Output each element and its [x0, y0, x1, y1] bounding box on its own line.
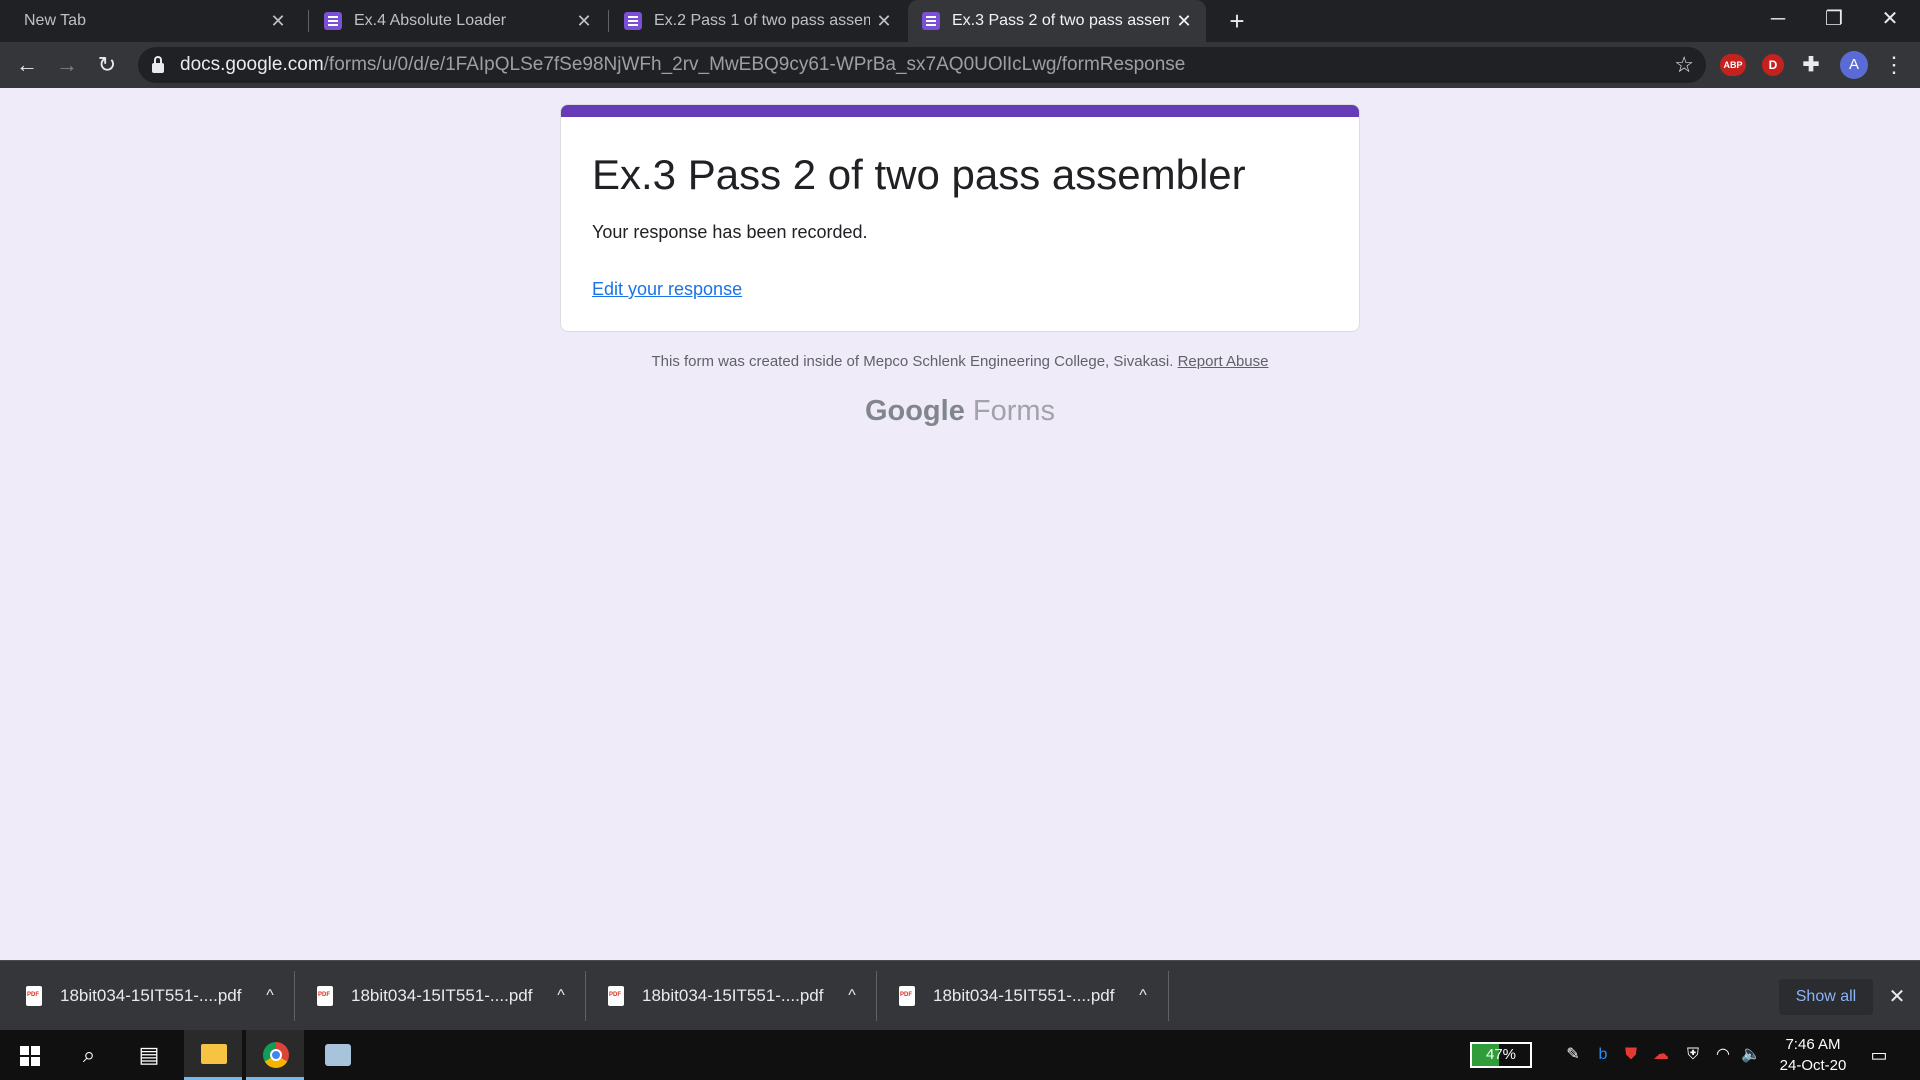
- back-arrow-icon[interactable]: ←: [10, 48, 44, 82]
- bing-tray-icon[interactable]: b: [1592, 1044, 1614, 1066]
- dashlane-extension-icon[interactable]: D: [1762, 54, 1784, 76]
- download-item[interactable]: 18bit034-15IT551-....pdf ^: [873, 969, 1163, 1023]
- restore-button[interactable]: ❐: [1806, 0, 1862, 40]
- url-path: /forms/u/0/d/e/1FAIpQLSe7fSe98NjWFh_2rv_…: [323, 54, 1186, 75]
- tab-close-icon[interactable]: ✕: [264, 11, 292, 32]
- windows-taskbar: ⌕ ▤ 47% ✎ b ⛊ ☁ ⛨ ◠ 🔈 7:46 AM 24-Oct-20 …: [0, 1030, 1920, 1080]
- show-all-downloads-button[interactable]: Show all: [1779, 979, 1873, 1015]
- windows-logo-icon: [20, 1046, 40, 1066]
- browser-toolbar: ← → ↻ docs.google.com/forms/u/0/d/e/1FAI…: [0, 42, 1920, 88]
- extensions-puzzle-icon[interactable]: ✚: [1800, 54, 1822, 76]
- tab-pass-1[interactable]: Ex.2 Pass 1 of two pass assembler ✕: [610, 0, 906, 42]
- tab-title: Ex.4 Absolute Loader: [354, 12, 507, 29]
- tab-title: Ex.3 Pass 2 of two pass assembler: [952, 12, 1170, 29]
- download-filename: 18bit034-15IT551-....pdf: [933, 986, 1115, 1005]
- google-forms-icon: [922, 12, 940, 30]
- google-forms-icon: [324, 12, 342, 30]
- adblock-extension-icon[interactable]: ABP: [1720, 54, 1746, 76]
- tab-pass-2-active[interactable]: Ex.3 Pass 2 of two pass assembler ✕: [908, 0, 1206, 42]
- profile-avatar[interactable]: A: [1840, 51, 1868, 79]
- edit-response-link[interactable]: Edit your response: [592, 279, 742, 300]
- lock-icon[interactable]: [152, 56, 164, 73]
- tab-title: Ex.2 Pass 1 of two pass assembler: [654, 12, 870, 29]
- cloud-tray-icon[interactable]: ☁: [1650, 1044, 1672, 1066]
- chevron-up-icon[interactable]: ^: [1123, 987, 1163, 1005]
- google-forms-logo[interactable]: Google Forms: [560, 395, 1360, 428]
- tab-new-tab[interactable]: New Tab ✕: [0, 0, 300, 42]
- pdf-file-icon: [608, 986, 624, 1006]
- chrome-taskbar-button[interactable]: [246, 1030, 304, 1080]
- address-bar[interactable]: docs.google.com/forms/u/0/d/e/1FAIpQLSe7…: [138, 47, 1706, 83]
- chevron-up-icon[interactable]: ^: [541, 987, 581, 1005]
- pen-tray-icon[interactable]: ✎: [1562, 1044, 1584, 1066]
- security-shield-icon[interactable]: ⛨: [1682, 1044, 1704, 1066]
- tab-close-icon[interactable]: ✕: [1170, 11, 1198, 32]
- chevron-up-icon[interactable]: ^: [250, 987, 290, 1005]
- clock-time: 7:46 AM: [1785, 1036, 1841, 1053]
- pdf-file-icon: [899, 986, 915, 1006]
- logo-google-text: Google: [864, 395, 965, 427]
- tab-strip: New Tab ✕ Ex.4 Absolute Loader ✕ Ex.2 Pa…: [0, 0, 1920, 42]
- task-view-icon[interactable]: ▤: [120, 1030, 178, 1080]
- browser-menu-icon[interactable]: ⋮: [1882, 48, 1906, 82]
- app-window-icon: [325, 1044, 351, 1066]
- app-taskbar-button[interactable]: [308, 1030, 366, 1080]
- window-close-button[interactable]: ✕: [1862, 0, 1918, 40]
- response-recorded-message: Your response has been recorded.: [592, 222, 868, 242]
- download-filename: 18bit034-15IT551-....pdf: [351, 986, 533, 1005]
- close-shelf-icon[interactable]: ✕: [1882, 979, 1912, 1015]
- tab-separator: [308, 10, 309, 32]
- battery-percent: 47%: [1485, 1046, 1517, 1063]
- reload-icon[interactable]: ↻: [90, 48, 124, 82]
- download-filename: 18bit034-15IT551-....pdf: [60, 986, 242, 1005]
- form-response-card: Ex.3 Pass 2 of two pass assembler Your r…: [560, 104, 1360, 332]
- antivirus-tray-icon[interactable]: ⛊: [1620, 1044, 1642, 1066]
- file-explorer-button[interactable]: [184, 1030, 242, 1080]
- url-text: docs.google.com/forms/u/0/d/e/1FAIpQLSe7…: [180, 54, 1185, 76]
- wifi-icon[interactable]: ◠: [1712, 1044, 1734, 1066]
- tab-title: New Tab: [24, 12, 86, 29]
- footer-text: This form was created inside of Mepco Sc…: [651, 353, 1174, 370]
- search-icon[interactable]: ⌕: [60, 1030, 118, 1080]
- pdf-file-icon: [26, 986, 42, 1006]
- form-title: Ex.3 Pass 2 of two pass assembler: [592, 151, 1246, 198]
- start-button[interactable]: [0, 1030, 58, 1080]
- download-filename: 18bit034-15IT551-....pdf: [642, 986, 824, 1005]
- system-clock[interactable]: 7:46 AM 24-Oct-20: [1768, 1034, 1858, 1076]
- forward-arrow-icon[interactable]: →: [50, 48, 84, 82]
- tab-separator: [608, 10, 609, 32]
- logo-forms-text: Forms: [972, 395, 1056, 427]
- download-item[interactable]: 18bit034-15IT551-....pdf ^: [291, 969, 581, 1023]
- download-separator: [1168, 971, 1169, 1021]
- chevron-up-icon[interactable]: ^: [832, 987, 872, 1005]
- battery-indicator[interactable]: 47%: [1470, 1042, 1532, 1068]
- volume-icon[interactable]: 🔈: [1740, 1044, 1762, 1066]
- chrome-icon: [263, 1042, 289, 1068]
- tab-close-icon[interactable]: ✕: [870, 11, 898, 32]
- google-forms-icon: [624, 12, 642, 30]
- download-shelf: 18bit034-15IT551-....pdf ^ 18bit034-15IT…: [0, 960, 1920, 1030]
- pdf-file-icon: [317, 986, 333, 1006]
- folder-icon: [201, 1044, 227, 1064]
- bookmark-star-icon[interactable]: ☆: [1674, 52, 1694, 78]
- notification-center-icon[interactable]: ▭: [1866, 1042, 1892, 1068]
- url-host: docs.google.com: [180, 54, 324, 75]
- report-abuse-link[interactable]: Report Abuse: [1178, 353, 1269, 370]
- form-footer-note: This form was created inside of Mepco Sc…: [560, 353, 1360, 370]
- new-tab-button[interactable]: +: [1220, 4, 1254, 38]
- tab-absolute-loader[interactable]: Ex.4 Absolute Loader ✕: [310, 0, 606, 42]
- download-item[interactable]: 18bit034-15IT551-....pdf ^: [582, 969, 872, 1023]
- clock-date: 24-Oct-20: [1779, 1057, 1847, 1074]
- minimize-button[interactable]: ─: [1750, 0, 1806, 40]
- form-accent-bar: [561, 105, 1359, 117]
- download-item[interactable]: 18bit034-15IT551-....pdf ^: [0, 969, 290, 1023]
- tab-close-icon[interactable]: ✕: [570, 11, 598, 32]
